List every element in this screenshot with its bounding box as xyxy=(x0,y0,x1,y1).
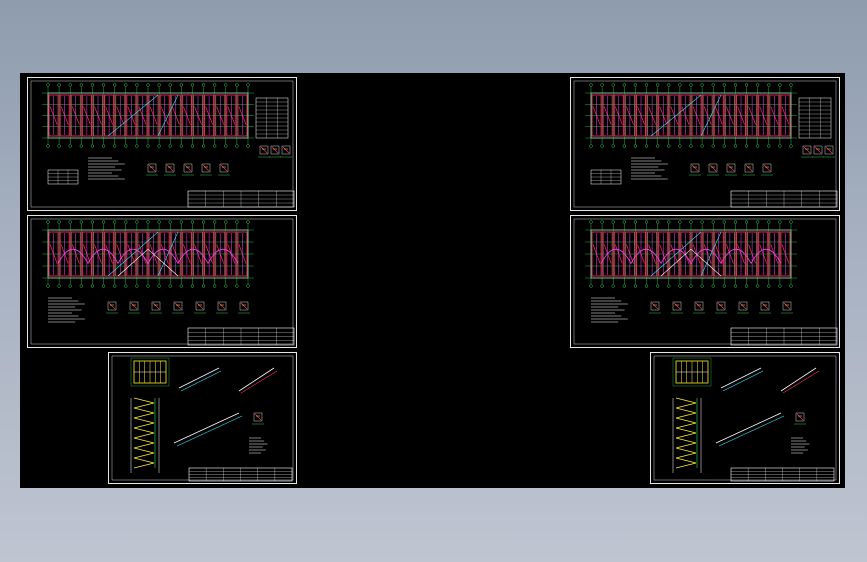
drawing-canvas[interactable] xyxy=(20,73,845,488)
drawing-sheet-plan-2[interactable] xyxy=(27,215,297,348)
drawing-sheet-stair-detail-2[interactable] xyxy=(650,352,840,484)
drawing-sheet-stair-detail[interactable] xyxy=(108,352,297,484)
drawing-sheet-plan-1[interactable] xyxy=(27,77,297,211)
drawing-sheet-plan-4[interactable] xyxy=(570,215,840,348)
drawing-sheet-plan-3[interactable] xyxy=(570,77,840,211)
